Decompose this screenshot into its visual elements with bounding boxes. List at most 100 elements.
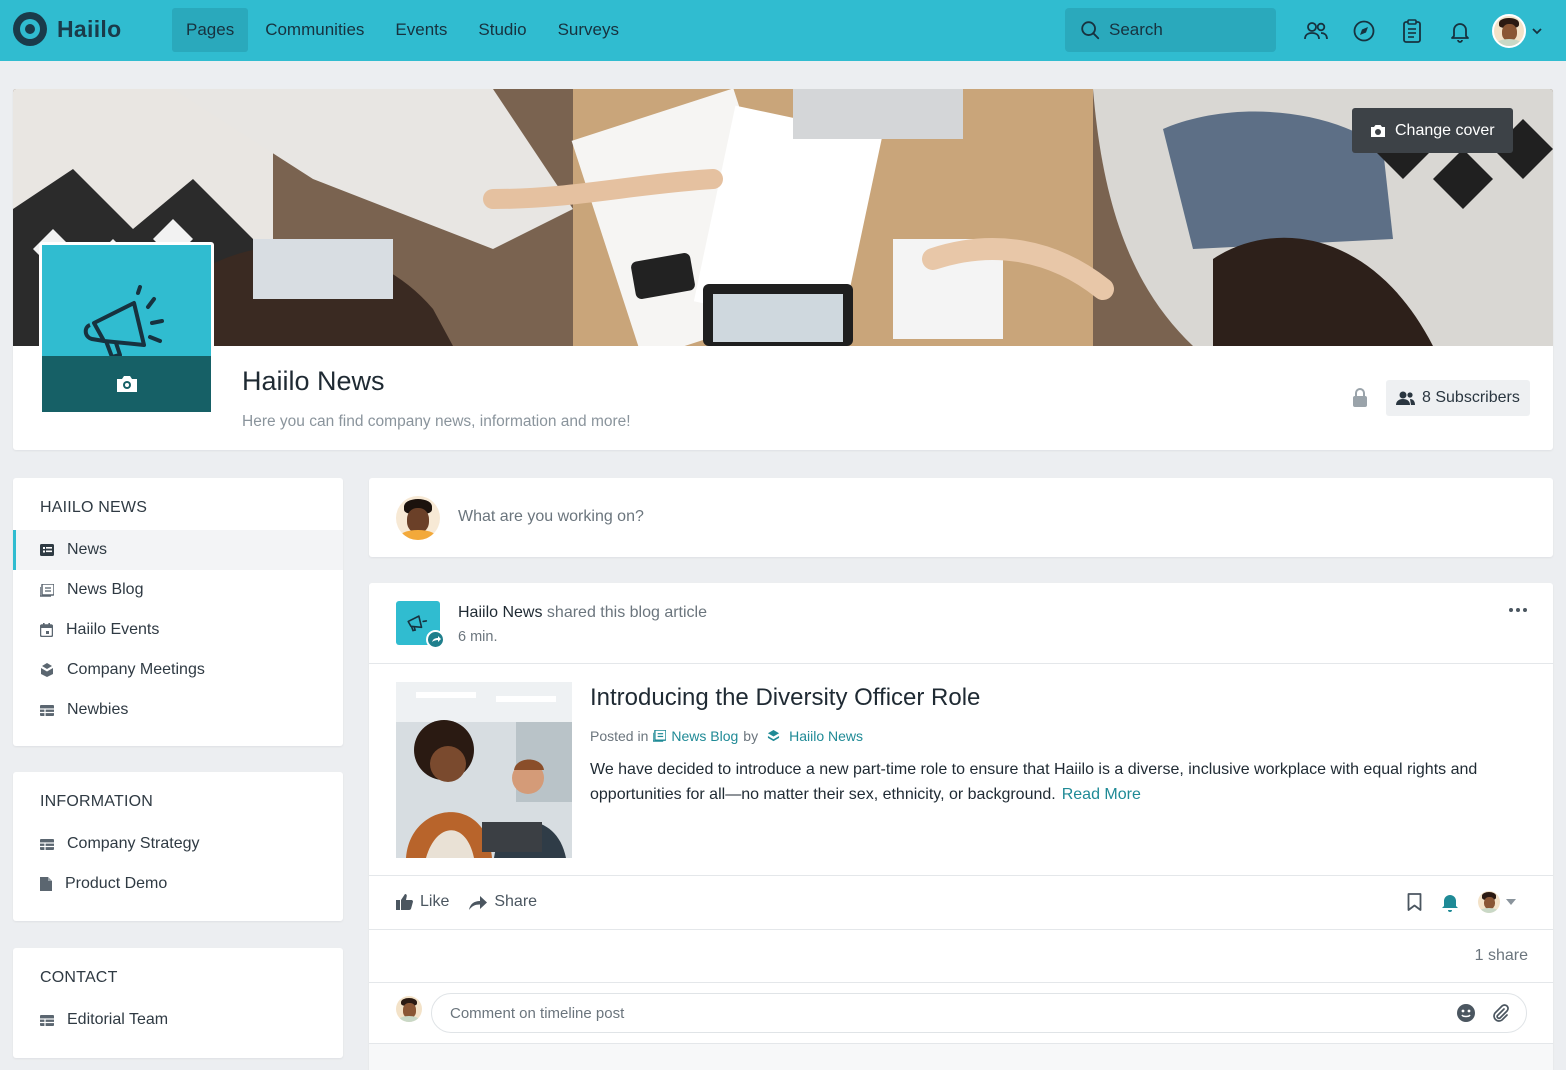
more-options-icon[interactable] <box>1508 607 1528 613</box>
comment-tools <box>1456 1003 1510 1023</box>
sidebar-heading: INFORMATION <box>40 793 154 810</box>
sidebar-item-company-meetings[interactable]: Company Meetings <box>13 650 343 690</box>
search-label: Search <box>1109 20 1163 39</box>
change-cover-label: Change cover <box>1395 121 1495 139</box>
posted-by-author-link[interactable]: Haiilo News <box>789 728 863 744</box>
page-title: Haiilo News <box>242 366 385 396</box>
page-icon <box>768 729 780 741</box>
caret-down-icon <box>1506 899 1516 905</box>
divider <box>369 982 1553 983</box>
divider <box>369 663 1553 664</box>
meeting-icon <box>41 663 53 677</box>
users-icon <box>1396 391 1415 405</box>
timeline-post: Haiilo News shared this blog article 6 m… <box>369 583 1553 1070</box>
article-title[interactable]: Introducing the Diversity Officer Role <box>590 684 980 712</box>
paperclip-icon[interactable] <box>1490 1003 1510 1023</box>
share-button[interactable]: Share <box>469 893 537 911</box>
emoji-icon[interactable] <box>1456 1003 1476 1023</box>
share-badge-icon <box>426 630 445 649</box>
subscribers-button[interactable]: 8 Subscribers <box>1386 380 1530 416</box>
sidebar-item-news-blog[interactable]: News Blog <box>13 570 343 610</box>
sidebar-item-haiilo-events[interactable]: Haiilo Events <box>13 610 343 650</box>
calendar-icon <box>40 623 53 637</box>
author-switcher[interactable] <box>1478 891 1516 913</box>
bell-icon[interactable] <box>1444 15 1476 47</box>
like-label: Like <box>420 893 450 910</box>
comment-input[interactable]: Comment on timeline post <box>431 993 1527 1033</box>
change-cover-button[interactable]: Change cover <box>1352 108 1513 153</box>
page-avatar[interactable] <box>39 242 214 415</box>
user-avatar <box>1478 891 1500 913</box>
camera-icon <box>116 376 137 392</box>
post-footer <box>369 1043 1553 1070</box>
top-icons <box>1300 14 1544 48</box>
post-action-text: shared this blog article <box>546 604 708 621</box>
search-icon <box>1081 21 1100 40</box>
sidebar-item-company-strategy[interactable]: Company Strategy <box>13 824 343 864</box>
chevron-down-icon[interactable] <box>1530 24 1544 38</box>
subscribers-label: 8 Subscribers <box>1422 389 1520 406</box>
lock-icon <box>1353 388 1367 407</box>
logo-mark-icon <box>13 12 47 46</box>
clipboard-icon[interactable] <box>1396 15 1428 47</box>
shares-count[interactable]: 1 share <box>1475 947 1528 965</box>
share-label: Share <box>494 893 538 910</box>
nav-studio[interactable]: Studio <box>464 8 540 52</box>
sidebar-item-editorial-team[interactable]: Editorial Team <box>13 1000 343 1040</box>
bookmark-icon[interactable] <box>1407 893 1422 911</box>
cover-image <box>13 89 1553 346</box>
compass-icon[interactable] <box>1348 15 1380 47</box>
posted-in-prefix: Posted in <box>590 728 649 744</box>
sidebar-section-information: INFORMATION Company Strategy Product Dem… <box>13 772 343 921</box>
sidebar-item-label: Haiilo Events <box>66 621 160 638</box>
sidebar-item-news[interactable]: News <box>13 530 343 570</box>
avatar-upload-band[interactable] <box>42 356 211 412</box>
blog-icon <box>653 730 667 742</box>
haiilo-logo[interactable]: Haiilo <box>13 12 121 46</box>
sidebar-item-newbies[interactable]: Newbies <box>13 690 343 730</box>
people-icon[interactable] <box>1300 15 1332 47</box>
megaphone-icon <box>407 615 428 632</box>
post-composer[interactable]: What are you working on? <box>369 478 1553 557</box>
post-header: Haiilo News shared this blog article <box>458 604 707 622</box>
table-icon <box>40 1014 54 1026</box>
posted-in-app-link[interactable]: News Blog <box>671 728 738 744</box>
sidebar-item-label: Editorial Team <box>67 1011 169 1028</box>
sidebar-item-product-demo[interactable]: Product Demo <box>13 864 343 904</box>
post-author[interactable]: Haiilo News <box>458 604 542 621</box>
sender-avatar[interactable] <box>396 601 445 649</box>
thumbs-up-icon <box>396 894 413 910</box>
sidebar-item-label: Product Demo <box>65 875 168 892</box>
bell-icon[interactable] <box>1440 892 1460 912</box>
table-icon <box>40 838 54 850</box>
user-avatar[interactable] <box>1492 14 1526 48</box>
composer-placeholder[interactable]: What are you working on? <box>458 508 644 526</box>
user-avatar <box>396 496 440 540</box>
read-more-link[interactable]: Read More <box>1062 786 1141 803</box>
sidebar-section-contact: CONTACT Editorial Team <box>13 948 343 1058</box>
post-actions: Like Share <box>396 893 537 911</box>
article-excerpt: We have decided to introduce a new part-… <box>590 757 1530 807</box>
camera-icon <box>1371 124 1385 137</box>
divider <box>369 929 1553 930</box>
blog-icon <box>40 583 54 597</box>
nav-events[interactable]: Events <box>381 8 461 52</box>
nav-surveys[interactable]: Surveys <box>544 8 633 52</box>
logo-text: Haiilo <box>57 15 122 42</box>
posted-by-label: by <box>743 728 759 744</box>
feed-icon <box>40 544 54 556</box>
post-time[interactable]: 6 min. <box>458 629 498 645</box>
sidebar-heading: CONTACT <box>40 969 118 986</box>
nav-pages[interactable]: Pages <box>172 8 249 52</box>
like-button[interactable]: Like <box>396 893 449 911</box>
article-thumbnail[interactable] <box>396 682 572 858</box>
sidebar-section-haiilo-news: HAIILO NEWS News News Blog Haiilo Events… <box>13 478 343 746</box>
megaphone-icon <box>83 285 164 359</box>
comment-placeholder: Comment on timeline post <box>450 1005 625 1022</box>
main-nav: Pages Communities Events Studio Surveys <box>172 8 636 52</box>
page-description: Here you can find company news, informat… <box>242 413 631 430</box>
search-input[interactable]: Search <box>1065 8 1276 52</box>
table-icon <box>40 704 54 716</box>
nav-communities[interactable]: Communities <box>251 8 378 52</box>
article-meta: Posted in News Blog by Haiilo News <box>590 728 863 744</box>
